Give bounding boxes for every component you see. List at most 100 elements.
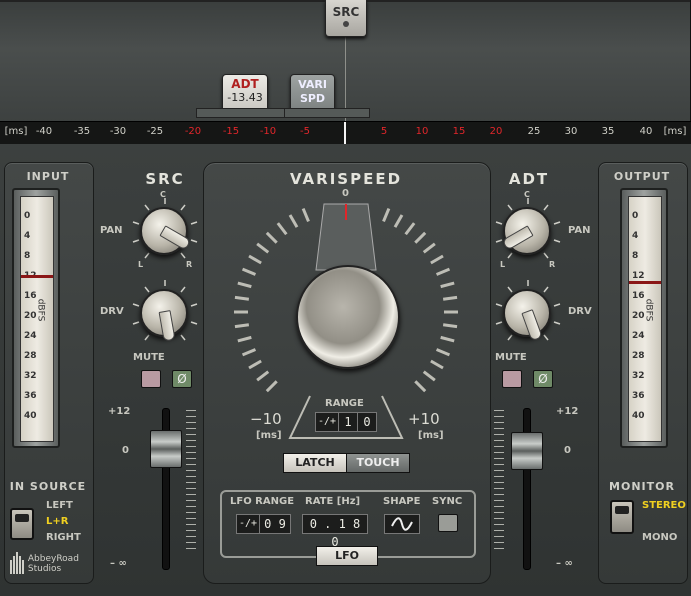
varispeed-tick — [248, 359, 262, 370]
varispeed-knob[interactable] — [296, 265, 400, 369]
ruler-tick: -35 — [73, 126, 91, 137]
varispeed-title: VARISPEED — [289, 170, 403, 188]
vari-flag-line1: VARI — [298, 78, 327, 91]
ruler-tick: -15 — [222, 126, 240, 137]
lfo-shape-label: SHAPE — [383, 496, 421, 507]
varispeed-tick — [435, 267, 451, 276]
ruler-tick: 35 — [601, 126, 615, 137]
varispeed-tick — [256, 242, 270, 254]
adt-pan-label: PAN — [568, 225, 591, 236]
adt-drv-label: DRV — [568, 306, 592, 317]
meter-scale-mark: 4 — [632, 231, 639, 241]
varispeed-tick — [442, 323, 458, 329]
ruler-tick: 25 — [527, 126, 541, 137]
input-meter-needle — [21, 275, 53, 278]
range-digit-2[interactable]: 0 — [357, 412, 377, 432]
abbey-road-logo: AbbeyRoad Studios — [10, 552, 79, 574]
varispeed-tick — [234, 323, 250, 329]
src-drv-knob[interactable] — [140, 289, 188, 342]
meter-scale-mark: 8 — [24, 251, 31, 261]
varispeed-unit-left: [ms] — [256, 430, 282, 441]
adt-phase-button[interactable]: Ø — [533, 370, 553, 388]
varispeed-flag[interactable]: VARI SPD — [290, 74, 335, 112]
lfo-range-value[interactable]: 0 9 — [259, 514, 291, 534]
varispeed-tick — [440, 335, 455, 343]
varispeed-tick — [393, 214, 404, 228]
lfo-sync-button[interactable] — [438, 514, 458, 532]
meter-scale-mark: 24 — [632, 331, 645, 341]
adt-fader-bottom: – ∞ — [556, 558, 573, 569]
varispeed-tick — [435, 348, 451, 357]
adt-title: ADT — [508, 170, 550, 188]
adt-pan-knob[interactable] — [501, 207, 551, 255]
meter-scale-mark: 36 — [24, 391, 37, 401]
adt-flag[interactable]: ADT -13.43 — [222, 74, 268, 112]
varispeed-tick — [276, 222, 288, 236]
output-label: OUTPUT — [613, 170, 671, 183]
adt-drv-knob[interactable] — [503, 289, 551, 342]
output-meter-unit: dBFS — [643, 298, 654, 322]
src-flag[interactable]: SRC — [325, 0, 367, 37]
src-fader-top: +12 — [108, 406, 131, 417]
ruler-tick: -40 — [35, 126, 53, 137]
monitor-label: MONITOR — [609, 480, 675, 493]
src-mute-button[interactable] — [141, 370, 161, 388]
src-fader-handle[interactable] — [150, 430, 182, 468]
src-mute-label: MUTE — [133, 352, 165, 363]
output-meter: 0 4 8 12 16 20 24 28 32 36 40 dBFS — [620, 188, 668, 448]
input-meter: 0 4 8 12 16 20 24 28 32 36 40 dBFS — [12, 188, 60, 448]
in-source-right[interactable]: RIGHT — [46, 532, 81, 543]
in-source-label: IN SOURCE — [9, 480, 87, 493]
varispeed-tick — [288, 214, 299, 228]
src-flag-label: SRC — [332, 5, 360, 19]
ruler-tick: -10 — [259, 126, 277, 137]
meter-scale-mark: 0 — [632, 211, 639, 221]
meter-scale-mark: 32 — [24, 371, 37, 381]
varispeed-tick — [430, 254, 444, 265]
in-source-lr[interactable]: L+R — [46, 516, 68, 527]
in-source-left[interactable]: LEFT — [46, 500, 73, 511]
meter-scale-mark: 28 — [632, 351, 645, 361]
touch-button[interactable]: TOUCH — [346, 453, 410, 473]
src-flag-dot — [343, 21, 349, 27]
adt-mute-label: MUTE — [495, 352, 527, 363]
monitor-mono[interactable]: MONO — [642, 532, 677, 543]
varispeed-tick — [237, 281, 252, 289]
varispeed-tick — [414, 380, 427, 393]
monitor-stereo[interactable]: STEREO — [642, 500, 686, 511]
adt-fader-top: +12 — [556, 406, 579, 417]
in-source-switch[interactable] — [10, 508, 34, 540]
monitor-switch[interactable] — [610, 500, 634, 534]
lfo-rate-label: RATE [Hz] — [305, 496, 361, 507]
sine-wave-icon — [391, 517, 413, 531]
varispeed-tick — [237, 335, 252, 343]
phase-icon: Ø — [177, 372, 187, 386]
lfo-rate-value[interactable]: 0 . 1 8 0 — [302, 514, 368, 549]
ruler-tick: 30 — [564, 126, 578, 137]
range-digit-1[interactable]: 1 — [338, 412, 358, 432]
input-label: INPUT — [26, 170, 70, 183]
latch-button[interactable]: LATCH — [283, 453, 347, 473]
lfo-shape-selector[interactable] — [384, 514, 420, 534]
ruler-tick: 15 — [452, 126, 466, 137]
adt-fader-handle[interactable] — [511, 432, 543, 470]
lfo-button[interactable]: LFO — [316, 546, 378, 566]
varispeed-tick — [241, 267, 257, 276]
varispeed-tick — [241, 348, 257, 357]
adt-plugin-window: SRC ADT -13.43 VARI SPD [ms] -40 -35 -30… — [0, 0, 691, 596]
src-phase-button[interactable]: Ø — [172, 370, 192, 388]
varispeed-tick — [422, 242, 436, 254]
input-meter-unit: dBFS — [35, 298, 46, 322]
src-title: SRC — [145, 170, 185, 188]
output-meter-needle — [629, 281, 661, 284]
meter-scale-mark: 36 — [632, 391, 645, 401]
adt-mute-button[interactable] — [502, 370, 522, 388]
vari-flag-line2: SPD — [299, 92, 326, 105]
src-pan-knob[interactable] — [140, 207, 192, 255]
varispeed-tick — [442, 295, 458, 301]
varispeed-tick — [422, 370, 436, 382]
varispeed-tick — [265, 231, 278, 244]
logo-text-2: Studios — [27, 564, 62, 574]
meter-scale-mark: 24 — [24, 331, 37, 341]
time-ruler[interactable]: [ms] -40 -35 -30 -25 -20 -15 -10 -5 5 10… — [0, 121, 691, 145]
